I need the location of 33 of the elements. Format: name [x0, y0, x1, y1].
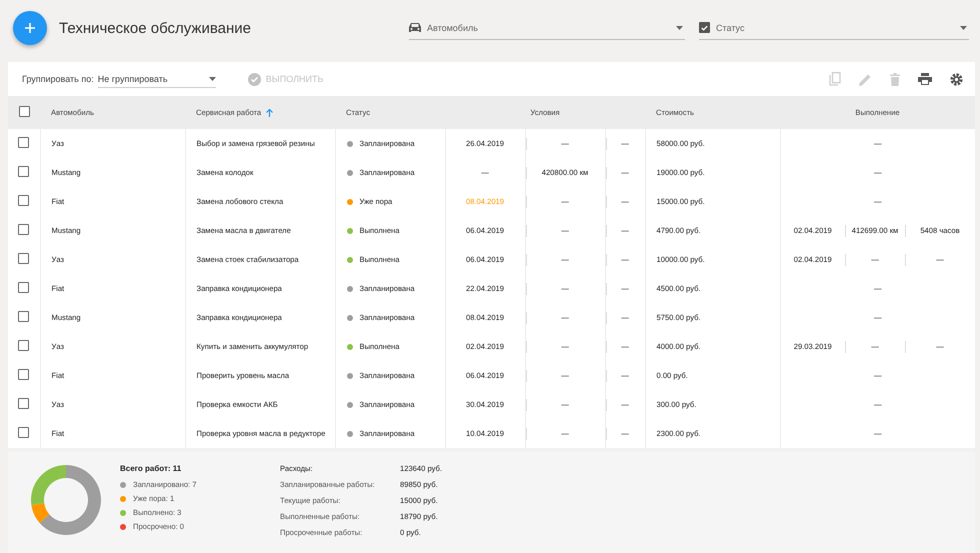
plus-icon	[25, 23, 35, 33]
row-checkbox[interactable]	[18, 427, 30, 438]
row-checkbox[interactable]	[18, 253, 30, 264]
page-title: Техническое обслуживание	[59, 20, 252, 36]
row-checkbox[interactable]	[18, 224, 30, 235]
filter-select[interactable]: Автомобиль	[409, 16, 685, 40]
pencil-icon	[859, 72, 872, 86]
car-icon	[409, 22, 421, 33]
printer-icon	[918, 73, 932, 85]
print-button[interactable]	[916, 71, 934, 87]
row-checkbox[interactable]	[18, 369, 30, 380]
checkbox[interactable]	[699, 22, 710, 33]
group-by-select[interactable]: Не группировать	[98, 70, 216, 88]
row-checkbox[interactable]	[18, 166, 30, 177]
check-circle-icon	[248, 72, 261, 86]
copy-icon	[829, 72, 841, 86]
caret-icon	[960, 26, 967, 30]
add-button[interactable]	[13, 11, 47, 45]
row-checkbox[interactable]	[18, 137, 30, 148]
trash-icon	[890, 72, 900, 86]
row-checkbox[interactable]	[18, 282, 30, 293]
caret-icon	[676, 26, 683, 30]
group-by-label: Группировать по:	[22, 74, 94, 84]
row-checkbox[interactable]	[18, 398, 30, 409]
settings-button[interactable]	[948, 70, 965, 88]
row-checkbox[interactable]	[18, 311, 30, 322]
total-label: Всего работ: 11	[120, 464, 182, 473]
row-checkbox[interactable]	[18, 195, 30, 206]
caret-icon	[208, 76, 216, 80]
select-all-checkbox[interactable]	[18, 106, 30, 117]
row-checkbox[interactable]	[18, 340, 30, 351]
settings-icon	[950, 72, 963, 86]
filter-select[interactable]: Статус	[699, 16, 969, 40]
